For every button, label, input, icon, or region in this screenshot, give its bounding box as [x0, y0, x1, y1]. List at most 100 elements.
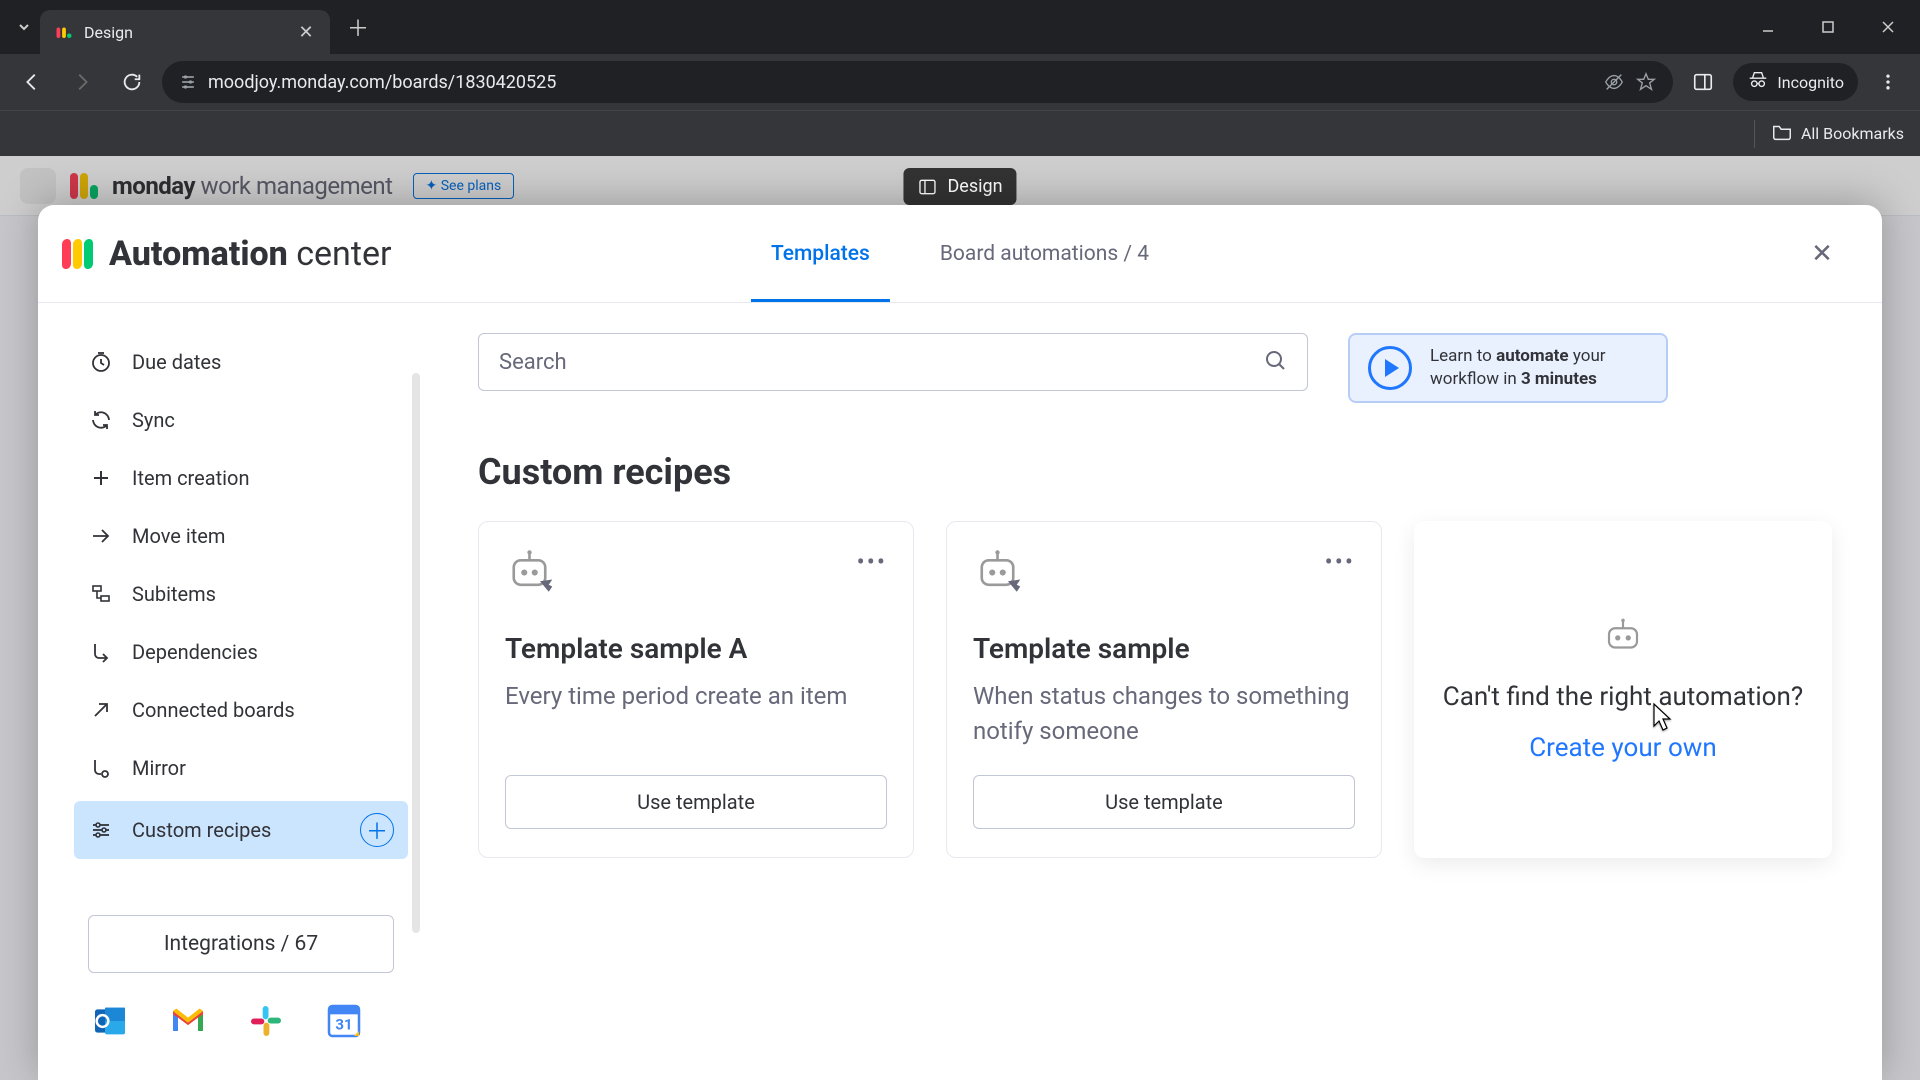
- incognito-icon: [1747, 69, 1769, 95]
- recipe-card: ••• Template sample A Every time period …: [478, 521, 914, 858]
- tab-search-dropdown[interactable]: [8, 11, 40, 43]
- card-description: Every time period create an item: [505, 679, 887, 751]
- side-panel-icon[interactable]: [1683, 62, 1723, 102]
- recipe-cards: ••• Template sample A Every time period …: [478, 521, 1832, 858]
- create-own-card[interactable]: Can't find the right automation? Create …: [1414, 521, 1832, 858]
- subitems-icon: [88, 581, 114, 607]
- incognito-label: Incognito: [1777, 73, 1844, 92]
- card-title: Template sample: [973, 632, 1355, 665]
- tab-templates[interactable]: Templates: [771, 205, 870, 302]
- mirror-icon: [88, 755, 114, 781]
- forward-button[interactable]: [62, 62, 102, 102]
- tab-favicon: [54, 22, 74, 42]
- create-question: Can't find the right automation?: [1443, 680, 1803, 715]
- section-title: Custom recipes: [478, 451, 1832, 493]
- back-button[interactable]: [12, 62, 52, 102]
- sidebar-item-label: Connected boards: [132, 698, 295, 722]
- card-menu-icon[interactable]: •••: [857, 548, 887, 576]
- tab-board-automations[interactable]: Board automations / 4: [940, 205, 1149, 302]
- integrations-button[interactable]: Integrations / 67: [88, 915, 394, 973]
- sidebar-item-label: Sync: [132, 408, 175, 432]
- google-calendar-icon[interactable]: 31: [322, 999, 366, 1043]
- slack-icon[interactable]: [244, 999, 288, 1043]
- use-template-button[interactable]: Use template: [973, 775, 1355, 829]
- url-box[interactable]: moodjoy.monday.com/boards/1830420525: [162, 61, 1673, 103]
- sliders-icon: [88, 817, 114, 843]
- recipe-card: ••• Template sample When status changes …: [946, 521, 1382, 858]
- url-text: moodjoy.monday.com/boards/1830420525: [208, 72, 1593, 93]
- folder-icon: [1771, 121, 1793, 147]
- browser-menu-icon[interactable]: [1868, 62, 1908, 102]
- dependencies-icon: [88, 639, 114, 665]
- all-bookmarks-label[interactable]: All Bookmarks: [1801, 124, 1904, 143]
- svg-text:31: 31: [335, 1015, 352, 1033]
- sidebar-scrollbar[interactable]: [412, 373, 420, 933]
- integration-icons: 31: [74, 973, 408, 1069]
- separator: [1754, 120, 1755, 148]
- create-your-own-link[interactable]: Create your own: [1529, 733, 1716, 763]
- add-custom-recipe-button[interactable]: ＋: [360, 813, 394, 847]
- sidebar-item-label: Move item: [132, 524, 225, 548]
- sidebar: Due dates Sync Item creation Move item S…: [38, 303, 428, 1080]
- plus-icon: [88, 465, 114, 491]
- learn-card[interactable]: Learn to automate your workflow in 3 min…: [1348, 333, 1668, 403]
- gmail-icon[interactable]: [166, 999, 210, 1043]
- incognito-badge[interactable]: Incognito: [1733, 63, 1858, 101]
- automation-center-modal: Automation center Templates Board automa…: [38, 205, 1882, 1080]
- sidebar-item-subitems[interactable]: Subitems: [74, 569, 408, 619]
- sidebar-item-label: Dependencies: [132, 640, 258, 664]
- card-title: Template sample A: [505, 632, 887, 665]
- tab-title: Design: [84, 23, 286, 42]
- card-menu-icon[interactable]: •••: [1325, 548, 1355, 576]
- robot-icon: [1602, 616, 1644, 658]
- modal-header: Automation center Templates Board automa…: [38, 205, 1882, 303]
- browser-tab[interactable]: Design ✕: [40, 10, 330, 54]
- close-window-button[interactable]: [1864, 7, 1912, 47]
- search-icon[interactable]: [1263, 348, 1287, 376]
- maximize-button[interactable]: [1804, 7, 1852, 47]
- sidebar-item-sync[interactable]: Sync: [74, 395, 408, 445]
- site-settings-icon[interactable]: [178, 72, 198, 92]
- sync-icon: [88, 407, 114, 433]
- sidebar-item-label: Due dates: [132, 350, 221, 374]
- reload-button[interactable]: [112, 62, 152, 102]
- arrow-up-right-icon: [88, 697, 114, 723]
- bookmarks-bar: All Bookmarks: [0, 110, 1920, 156]
- use-template-button[interactable]: Use template: [505, 775, 887, 829]
- address-bar: moodjoy.monday.com/boards/1830420525 Inc…: [0, 54, 1920, 110]
- board-tooltip: Design: [903, 168, 1016, 205]
- sidebar-item-item-creation[interactable]: Item creation: [74, 453, 408, 503]
- bookmark-star-icon[interactable]: [1635, 71, 1657, 93]
- search-input[interactable]: [499, 350, 1263, 375]
- search-box[interactable]: [478, 333, 1308, 391]
- sidebar-item-move-item[interactable]: Move item: [74, 511, 408, 561]
- modal-title: Automation center: [109, 234, 392, 274]
- monday-logo-icon: [62, 239, 93, 269]
- clock-icon: [88, 349, 114, 375]
- tab-bar: Design ✕ ＋: [0, 0, 1920, 54]
- robot-icon: [505, 548, 561, 604]
- sidebar-item-label: Mirror: [132, 756, 186, 780]
- sidebar-item-label: Item creation: [132, 466, 250, 490]
- outlook-icon[interactable]: [88, 999, 132, 1043]
- main-content: Learn to automate your workflow in 3 min…: [428, 303, 1882, 1080]
- learn-text: Learn to automate your workflow in 3 min…: [1430, 345, 1606, 391]
- play-icon: [1368, 346, 1412, 390]
- sidebar-item-dependencies[interactable]: Dependencies: [74, 627, 408, 677]
- close-icon[interactable]: ✕: [1802, 234, 1842, 274]
- arrow-right-icon: [88, 523, 114, 549]
- new-tab-button[interactable]: ＋: [340, 9, 376, 45]
- sidebar-item-custom-recipes[interactable]: Custom recipes ＋: [74, 801, 408, 859]
- sidebar-item-label: Custom recipes: [132, 818, 271, 842]
- sidebar-item-label: Subitems: [132, 582, 216, 606]
- sidebar-item-due-dates[interactable]: Due dates: [74, 337, 408, 387]
- browser-chrome: Design ✕ ＋ moodjoy.monday.com/boards/183…: [0, 0, 1920, 156]
- minimize-button[interactable]: [1744, 7, 1792, 47]
- sidebar-item-connected-boards[interactable]: Connected boards: [74, 685, 408, 735]
- eye-off-icon[interactable]: [1603, 71, 1625, 93]
- robot-icon: [973, 548, 1029, 604]
- window-controls: [1744, 7, 1912, 47]
- card-description: When status changes to something notify …: [973, 679, 1355, 751]
- sidebar-item-mirror[interactable]: Mirror: [74, 743, 408, 793]
- tab-close-icon[interactable]: ✕: [296, 22, 316, 43]
